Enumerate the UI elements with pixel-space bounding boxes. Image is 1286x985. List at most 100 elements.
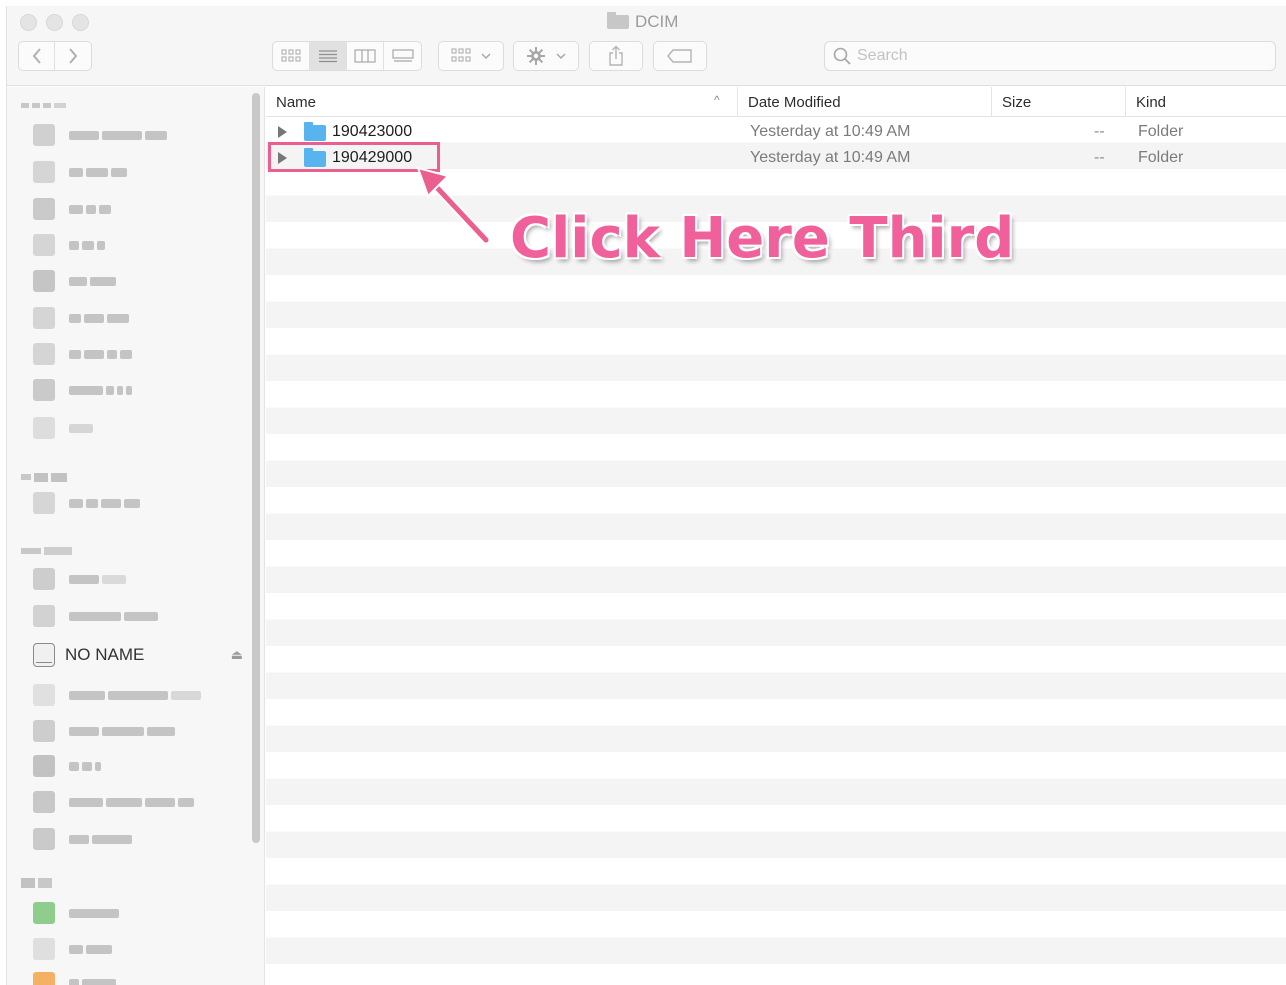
toolbar: DCIM	[7, 6, 1286, 86]
sidebar-item[interactable]	[33, 827, 132, 851]
blurred-icon	[33, 379, 55, 401]
sidebar-item-label: NO NAME	[65, 645, 145, 664]
file-kind: Folder	[1138, 149, 1184, 166]
column-header-label: Date Modified	[748, 93, 841, 111]
sidebar-section-header	[21, 99, 66, 111]
sidebar-item[interactable]	[33, 160, 127, 184]
blurred-icon	[33, 720, 55, 742]
column-view-icon	[354, 49, 376, 63]
share-button[interactable]	[589, 41, 643, 71]
file-date-modified: Yesterday at 10:49 AM	[750, 123, 911, 140]
sidebar-item[interactable]	[33, 937, 112, 961]
sidebar-item[interactable]	[33, 971, 116, 985]
sidebar-item[interactable]	[33, 378, 132, 402]
sidebar-item[interactable]	[33, 790, 194, 814]
action-menu-button[interactable]	[513, 41, 579, 71]
navigation-buttons	[18, 41, 92, 71]
group-by-icon	[451, 48, 471, 62]
sidebar-item[interactable]	[33, 269, 116, 293]
column-header-kind[interactable]: Kind	[1125, 87, 1286, 117]
sidebar-item[interactable]	[33, 197, 111, 221]
file-name: 190423000	[332, 123, 413, 140]
eject-icon[interactable]: ⏏	[231, 647, 243, 663]
sidebar-item[interactable]	[33, 719, 175, 743]
blurred-icon	[33, 605, 55, 627]
file-size: --	[1094, 123, 1105, 140]
file-date-modified: Yesterday at 10:49 AM	[750, 149, 911, 166]
sidebar-scrollbar[interactable]	[252, 93, 260, 843]
blurred-icon	[33, 938, 55, 960]
external-drive-icon	[33, 643, 55, 667]
sidebar-item[interactable]	[33, 491, 140, 515]
view-mode-selector	[272, 41, 422, 71]
list-view-icon	[319, 50, 337, 63]
forward-button[interactable]	[55, 42, 91, 70]
file-kind: Folder	[1138, 123, 1184, 140]
chevron-down-icon	[481, 53, 491, 60]
column-view-button[interactable]	[347, 42, 384, 70]
search-input[interactable]	[857, 47, 1257, 65]
column-header-label: Size	[1002, 93, 1032, 111]
column-header-date-modified[interactable]: Date Modified	[737, 87, 991, 117]
blurred-icon	[33, 492, 55, 514]
disclosure-triangle-icon[interactable]	[278, 126, 287, 138]
blurred-icon	[33, 755, 55, 777]
folder-icon	[607, 12, 629, 29]
minimize-window-button[interactable]	[46, 14, 63, 31]
share-icon	[609, 45, 623, 66]
sidebar-item-no-name[interactable]: NO NAME ⏏	[33, 642, 243, 668]
sidebar-item[interactable]	[33, 123, 167, 147]
chevron-left-icon	[32, 48, 41, 64]
blurred-icon	[33, 343, 55, 365]
sidebar-item[interactable]	[33, 604, 158, 628]
sidebar-item[interactable]	[33, 306, 129, 330]
search-field[interactable]	[824, 41, 1276, 71]
annotation-arrow-icon	[416, 166, 491, 245]
sort-ascending-icon: ^	[714, 93, 720, 107]
gallery-view-button[interactable]	[384, 42, 421, 70]
sidebar-section-header	[21, 545, 72, 557]
list-header: Name ^ Date Modified Size Kind	[266, 87, 1286, 117]
column-header-label: Name	[276, 93, 317, 111]
chevron-right-icon	[69, 48, 78, 64]
back-button[interactable]	[19, 42, 55, 70]
column-header-name[interactable]: Name ^	[266, 87, 737, 117]
gear-icon	[527, 47, 545, 65]
blurred-icon	[33, 902, 55, 924]
list-view-button[interactable]	[310, 42, 347, 70]
icon-view-icon	[281, 49, 301, 62]
tags-button[interactable]	[653, 41, 707, 71]
sidebar-item[interactable]	[33, 901, 119, 925]
window-title: DCIM	[607, 12, 678, 32]
sidebar-item[interactable]	[33, 683, 201, 707]
sidebar-item[interactable]	[33, 754, 101, 778]
blurred-icon	[33, 568, 55, 590]
blurred-icon	[33, 161, 55, 183]
window-title-label: DCIM	[635, 12, 679, 31]
icon-view-button[interactable]	[273, 42, 310, 70]
search-icon	[833, 47, 851, 65]
column-header-size[interactable]: Size	[991, 87, 1125, 117]
blurred-icon	[33, 234, 55, 256]
file-size: --	[1094, 149, 1105, 166]
sidebar-item[interactable]	[33, 342, 132, 366]
finder-window: DCIM Search NO NAME ⏏ Name ^ Date Modifi…	[6, 6, 1286, 985]
sidebar-item[interactable]	[33, 416, 93, 440]
blurred-icon	[33, 684, 55, 706]
column-header-label: Kind	[1136, 93, 1167, 111]
sidebar-section-header	[21, 877, 52, 889]
blurred-icon	[33, 270, 55, 292]
group-by-button[interactable]	[438, 41, 504, 71]
gallery-view-icon	[391, 49, 414, 62]
close-window-button[interactable]	[20, 14, 37, 31]
tag-icon	[667, 49, 692, 63]
sidebar-item[interactable]	[33, 233, 105, 257]
blurred-icon	[33, 417, 55, 439]
zoom-window-button[interactable]	[72, 14, 89, 31]
sidebar: NO NAME ⏏	[7, 87, 265, 985]
sidebar-section-header	[21, 471, 67, 483]
blurred-icon	[33, 972, 55, 985]
sidebar-item[interactable]	[33, 567, 126, 591]
blurred-icon	[33, 828, 55, 850]
folder-icon	[304, 122, 326, 141]
